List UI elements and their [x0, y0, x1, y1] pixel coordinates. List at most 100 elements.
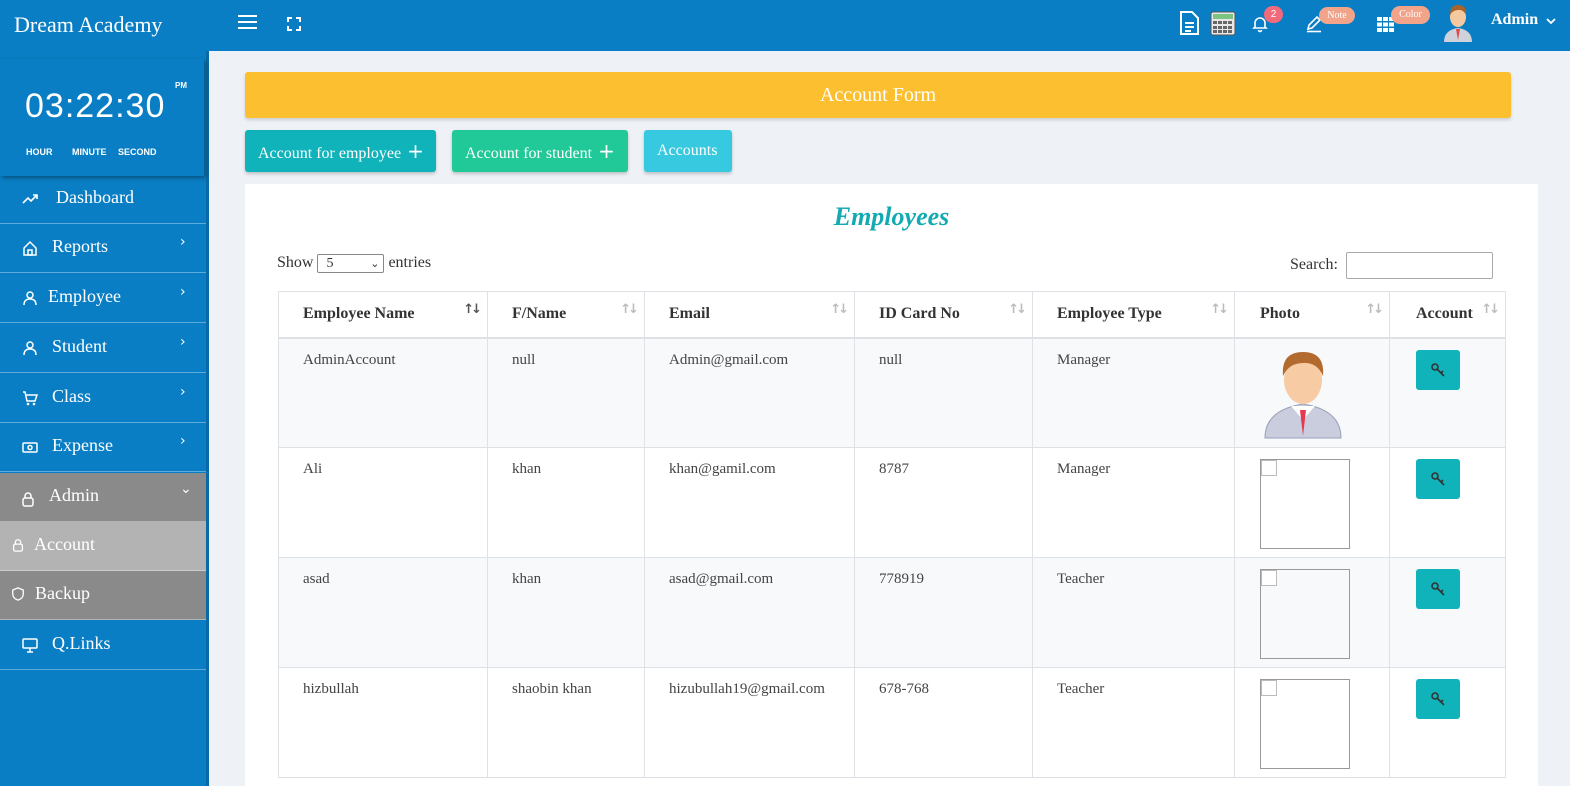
- sidebar-item-admin[interactable]: Admin ⌄: [0, 473, 206, 522]
- chevron-down-icon: ⌄: [370, 257, 380, 270]
- account-key-button[interactable]: [1416, 569, 1460, 609]
- cell-photo: [1234, 337, 1390, 448]
- clock-second-label: SECOND: [118, 147, 157, 157]
- sort-icon: ↑↓: [1365, 302, 1384, 317]
- cell-id: 778919: [854, 557, 1033, 668]
- cell-name: hizbullah: [278, 667, 488, 778]
- cell-name: asad: [278, 557, 488, 668]
- column-header[interactable]: Employee Type ↑↓: [1032, 291, 1235, 339]
- sidebar-item-employee[interactable]: Employee ›: [0, 274, 206, 323]
- calculator-icon[interactable]: [1210, 11, 1236, 36]
- key-icon: [1431, 692, 1445, 706]
- account-key-button[interactable]: [1416, 349, 1460, 390]
- sidebar-item-account[interactable]: Account: [0, 522, 206, 571]
- account-for-employee-button[interactable]: Account for employee +: [245, 130, 436, 172]
- cell-email: Admin@gmail.com: [644, 337, 855, 448]
- clock-widget: 03:22:30 PM HOUR MINUTE SECOND: [0, 59, 204, 176]
- plus-icon: +: [598, 139, 615, 163]
- money-icon: [22, 442, 38, 453]
- cell-name: Ali: [278, 447, 488, 558]
- column-header[interactable]: Employee Name ↑↓: [278, 291, 488, 339]
- cell-account: [1389, 557, 1506, 668]
- note-badge[interactable]: Note: [1319, 7, 1355, 24]
- employees-table: Employee Name ↑↓ F/Name ↑↓ Email ↑↓ ID Card…: [278, 291, 1506, 778]
- chevron-right-icon: ›: [180, 234, 186, 250]
- cell-email: asad@gmail.com: [644, 557, 855, 668]
- cell-email: hizubullah19@gmail.com: [644, 667, 855, 778]
- employee-photo: [1264, 351, 1342, 438]
- user-icon: [23, 291, 37, 306]
- fullscreen-icon[interactable]: [287, 17, 301, 31]
- key-icon: [1431, 582, 1445, 596]
- sidebar-item-expense[interactable]: Expense ›: [0, 423, 206, 472]
- document-icon[interactable]: [1178, 11, 1200, 36]
- entries-control: Show 5 ⌄ entries: [277, 254, 431, 273]
- cell-fname: khan: [487, 557, 645, 668]
- account-key-button[interactable]: [1416, 679, 1460, 719]
- section-title: Employees: [833, 202, 950, 231]
- column-header[interactable]: Account ↑↓: [1389, 291, 1506, 339]
- sidebar-item-label: Student: [52, 336, 108, 356]
- entries-select[interactable]: 5 ⌄: [317, 254, 385, 273]
- cell-account: [1389, 667, 1506, 778]
- cell-type: Teacher: [1032, 557, 1235, 668]
- page-title: Account Form: [245, 72, 1511, 118]
- monitor-icon: [22, 638, 38, 653]
- sidebar-item-qlinks[interactable]: Q.Links: [0, 621, 206, 670]
- sort-icon: ↑↓: [1008, 302, 1027, 317]
- sidebar-item-backup[interactable]: Backup: [0, 571, 206, 620]
- brand-title: Dream Academy: [14, 12, 163, 37]
- table-header-row: Employee Name ↑↓ F/Name ↑↓ Email ↑↓ ID Card…: [278, 291, 1506, 339]
- sort-icon: ↑↓: [1210, 302, 1229, 317]
- broken-image-icon: [1261, 460, 1277, 476]
- menu-icon[interactable]: [238, 15, 257, 31]
- column-label: Employee Type: [1057, 305, 1162, 323]
- entries-label: entries: [388, 254, 432, 272]
- search-input[interactable]: [1346, 252, 1493, 279]
- cell-type: Manager: [1032, 337, 1235, 448]
- clock-minute-label: MINUTE: [72, 147, 107, 157]
- column-header[interactable]: Photo ↑↓: [1234, 291, 1390, 339]
- user-name[interactable]: Admin: [1491, 11, 1538, 29]
- color-badge[interactable]: Color: [1391, 6, 1430, 24]
- button-label: Accounts: [657, 142, 718, 159]
- column-header[interactable]: F/Name ↑↓: [487, 291, 645, 339]
- sidebar-item-reports[interactable]: Reports ›: [0, 224, 206, 273]
- accounts-button[interactable]: Accounts: [644, 130, 732, 172]
- search-label: Search:: [1290, 256, 1338, 273]
- cell-type: Manager: [1032, 447, 1235, 558]
- column-label: ID Card No: [879, 305, 960, 323]
- plus-icon: +: [407, 139, 424, 163]
- home-icon: [23, 240, 37, 256]
- sidebar-item-label: Reports: [52, 236, 108, 256]
- account-for-student-button[interactable]: Account for student +: [452, 130, 628, 172]
- button-label: Account for student: [465, 145, 593, 162]
- key-icon: [1431, 362, 1445, 377]
- column-header[interactable]: ID Card No ↑↓: [854, 291, 1033, 339]
- chevron-down-icon[interactable]: [1545, 16, 1557, 26]
- cell-fname: shaobin khan: [487, 667, 645, 778]
- cell-photo: [1234, 447, 1390, 558]
- cell-photo: [1234, 557, 1390, 668]
- chevron-right-icon: ›: [180, 433, 186, 449]
- sidebar-item-dashboard[interactable]: Dashboard: [0, 175, 206, 224]
- sidebar-item-student[interactable]: Student ›: [0, 324, 206, 373]
- cell-name: AdminAccount: [278, 337, 488, 448]
- clock-ampm: PM: [175, 81, 187, 90]
- sidebar-item-label: Employee: [48, 286, 121, 306]
- account-key-button[interactable]: [1416, 459, 1460, 499]
- cell-fname: null: [487, 337, 645, 448]
- key-icon: [1431, 472, 1445, 486]
- column-header[interactable]: Email ↑↓: [644, 291, 855, 339]
- table-row: AdminAccount null Admin@gmail.com null M…: [278, 337, 1506, 448]
- sort-icon: ↑↓: [620, 302, 639, 317]
- avatar[interactable]: [1441, 2, 1475, 42]
- broken-photo: [1260, 569, 1350, 659]
- cell-type: Teacher: [1032, 667, 1235, 778]
- clock-hour-label: HOUR: [26, 147, 53, 157]
- cell-id: null: [854, 337, 1033, 448]
- sort-icon: ↑↓: [830, 302, 849, 317]
- shield-icon: [12, 587, 24, 601]
- sidebar-item-class[interactable]: Class ›: [0, 374, 206, 423]
- sidebar-item-label: Account: [34, 534, 95, 554]
